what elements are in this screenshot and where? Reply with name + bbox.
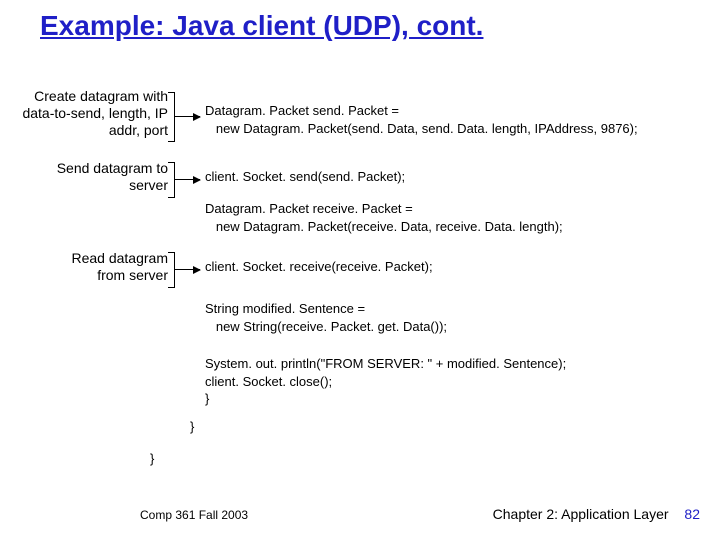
code-receive: client. Socket. receive(receive. Packet)…	[205, 258, 433, 276]
annotation-read-datagram: Read datagram from server	[50, 250, 168, 284]
code-brace-inner: }	[190, 418, 194, 436]
bracket-1	[168, 92, 175, 142]
code-brace-outer: }	[150, 450, 154, 468]
code-println-close: System. out. println("FROM SERVER: " + m…	[205, 355, 566, 408]
code-send: client. Socket. send(send. Packet);	[205, 168, 405, 186]
arrow-1	[174, 116, 200, 117]
code-modified-sentence: String modified. Sentence = new String(r…	[205, 300, 447, 335]
slide-title: Example: Java client (UDP), cont.	[40, 10, 483, 42]
arrow-3	[174, 269, 200, 270]
bracket-2	[168, 162, 175, 198]
footer-chapter: Chapter 2: Application Layer 82	[493, 506, 700, 522]
footer-course: Comp 361 Fall 2003	[140, 508, 248, 522]
annotation-send-datagram: Send datagram to server	[50, 160, 168, 194]
bracket-3	[168, 252, 175, 288]
code-receive-packet-decl: Datagram. Packet receive. Packet = new D…	[205, 200, 563, 235]
footer-chapter-text: Chapter 2: Application Layer	[493, 506, 669, 522]
code-create-datagram: Datagram. Packet send. Packet = new Data…	[205, 102, 638, 137]
arrow-2	[174, 179, 200, 180]
page-number: 82	[684, 506, 700, 522]
annotation-create-datagram: Create datagram with data-to-send, lengt…	[18, 88, 168, 138]
